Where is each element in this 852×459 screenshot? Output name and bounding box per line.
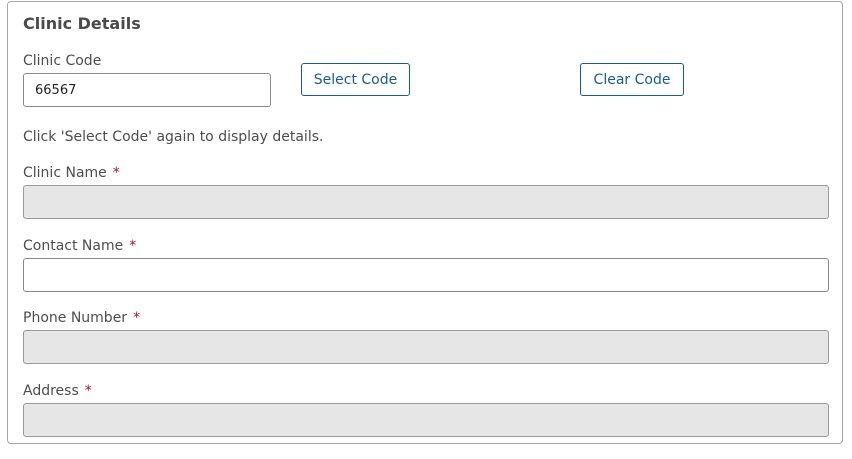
clinic-code-input[interactable]	[23, 73, 271, 107]
clinic-details-panel: Clinic Details Clinic Code Select Code C…	[7, 1, 843, 444]
clinic-name-input	[23, 185, 829, 219]
required-marker: *	[84, 383, 92, 399]
required-marker: *	[112, 165, 120, 181]
clinic-name-label-text: Clinic Name	[23, 165, 107, 181]
phone-number-input	[23, 330, 829, 364]
clinic-name-label: Clinic Name *	[23, 165, 120, 181]
hint-text: Click 'Select Code' again to display det…	[23, 129, 324, 145]
required-marker: *	[129, 238, 137, 254]
clear-code-button[interactable]: Clear Code	[580, 63, 684, 96]
address-label-text: Address	[23, 383, 79, 399]
contact-name-label: Contact Name *	[23, 238, 136, 254]
clinic-code-label: Clinic Code	[23, 53, 102, 69]
contact-name-label-text: Contact Name	[23, 238, 124, 254]
phone-number-label-text: Phone Number	[23, 310, 128, 326]
section-title: Clinic Details	[23, 14, 141, 33]
address-label: Address *	[23, 383, 92, 399]
phone-number-label: Phone Number *	[23, 310, 140, 326]
address-input	[23, 403, 829, 437]
contact-name-input[interactable]	[23, 258, 829, 292]
select-code-button[interactable]: Select Code	[301, 63, 410, 96]
required-marker: *	[133, 310, 141, 326]
